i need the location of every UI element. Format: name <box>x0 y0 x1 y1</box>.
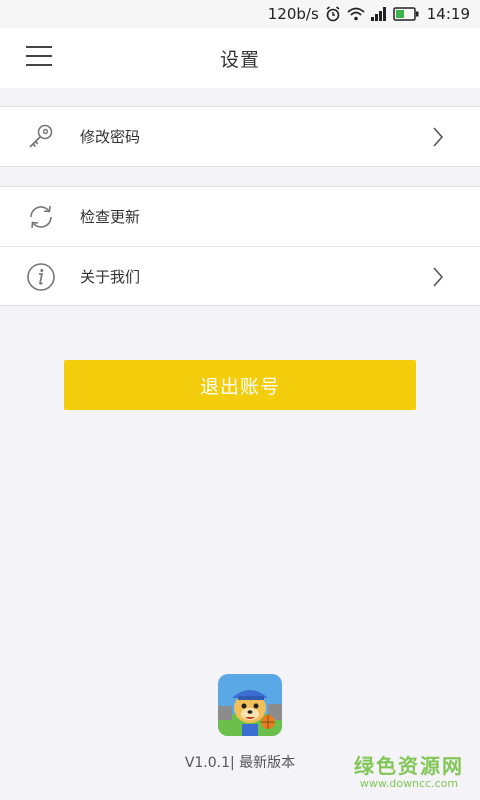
app-logo-icon <box>218 674 282 736</box>
settings-item-label: 检查更新 <box>80 208 141 226</box>
network-speed: 120b/s <box>267 5 319 23</box>
status-bar: 120b/s 14:19 <box>0 0 480 28</box>
settings-screen: 120b/s 14:19 设置 修改密码 检查更新 关于我们 退出账号 V1.0… <box>0 0 480 800</box>
settings-item-check-update[interactable]: 检查更新 <box>0 187 480 246</box>
menu-line <box>26 64 52 66</box>
settings-item-label: 关于我们 <box>80 267 141 286</box>
battery-icon <box>393 7 419 21</box>
settings-group-account: 修改密码 <box>0 106 480 167</box>
settings-item-change-password[interactable]: 修改密码 <box>0 107 480 166</box>
wifi-icon <box>347 7 365 21</box>
key-icon <box>26 122 56 152</box>
refresh-icon <box>26 202 56 232</box>
watermark-url: www.downcc.com <box>359 777 459 790</box>
hamburger-menu-icon[interactable] <box>26 46 52 68</box>
watermark-title: 绿色资源网 <box>354 754 464 778</box>
logout-button[interactable]: 退出账号 <box>64 360 416 410</box>
clock-time: 14:19 <box>426 5 470 23</box>
info-icon <box>26 262 56 292</box>
app-header: 设置 <box>0 28 480 88</box>
settings-item-about-us[interactable]: 关于我们 <box>0 246 480 305</box>
chevron-right-icon <box>432 127 444 147</box>
chevron-right-icon <box>432 267 444 287</box>
settings-group-app: 检查更新 关于我们 <box>0 186 480 306</box>
alarm-icon <box>325 6 341 22</box>
settings-item-label: 修改密码 <box>80 128 141 146</box>
watermark: 绿色资源网 www.downcc.com <box>344 750 474 790</box>
page-title: 设置 <box>219 48 260 71</box>
menu-line <box>26 46 52 48</box>
signal-icon <box>370 7 387 21</box>
menu-line <box>26 55 52 57</box>
